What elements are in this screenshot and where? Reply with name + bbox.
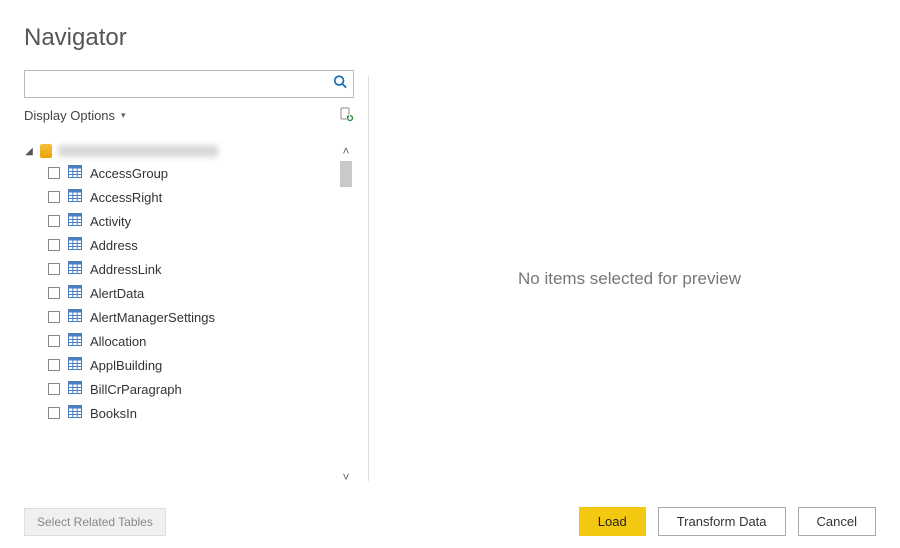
- options-row: Display Options ▾: [24, 106, 354, 131]
- checkbox[interactable]: [48, 407, 60, 419]
- table-icon: [68, 165, 82, 181]
- tree-item-label: ApplBuilding: [90, 358, 162, 373]
- scroll-down-icon[interactable]: ˅: [342, 471, 349, 483]
- vertical-divider: [368, 76, 369, 481]
- left-panel: Display Options ▾ ◢ AccessGroupAcce: [24, 70, 354, 487]
- tree-item-label: AddressLink: [90, 262, 162, 277]
- tree-item-label: Allocation: [90, 334, 146, 349]
- table-icon: [68, 405, 82, 421]
- tree-item[interactable]: BooksIn: [48, 401, 332, 425]
- tree-root-label: [58, 145, 218, 157]
- checkbox[interactable]: [48, 359, 60, 371]
- checkbox[interactable]: [48, 311, 60, 323]
- table-icon: [68, 237, 82, 253]
- cancel-button[interactable]: Cancel: [798, 507, 876, 536]
- preview-empty-message: No items selected for preview: [518, 269, 741, 289]
- tree-item-label: Activity: [90, 214, 131, 229]
- tree-item-label: AlertManagerSettings: [90, 310, 215, 325]
- tree-item[interactable]: AddressLink: [48, 257, 332, 281]
- search-field[interactable]: [24, 70, 354, 98]
- preview-panel: No items selected for preview: [383, 70, 876, 487]
- load-button[interactable]: Load: [579, 507, 646, 536]
- tree-item[interactable]: AccessGroup: [48, 161, 332, 185]
- tree-item[interactable]: Activity: [48, 209, 332, 233]
- tree-list: ◢ AccessGroupAccessRightActivityAddressA…: [24, 141, 332, 425]
- scroll-thumb[interactable]: [340, 161, 352, 187]
- page-title: Navigator: [24, 24, 876, 52]
- table-icon: [68, 333, 82, 349]
- scroll-up-icon[interactable]: ˄: [342, 145, 349, 157]
- refresh-icon[interactable]: [338, 106, 354, 125]
- checkbox[interactable]: [48, 335, 60, 347]
- table-icon: [68, 381, 82, 397]
- tree-item-label: Address: [90, 238, 138, 253]
- tree-item[interactable]: BillCrParagraph: [48, 377, 332, 401]
- checkbox[interactable]: [48, 239, 60, 251]
- tree-item[interactable]: AlertManagerSettings: [48, 305, 332, 329]
- caret-down-icon: ◢: [24, 146, 34, 157]
- tree-item[interactable]: Address: [48, 233, 332, 257]
- display-options-label: Display Options: [24, 108, 115, 123]
- checkbox[interactable]: [48, 287, 60, 299]
- scrollbar[interactable]: ˄ ˅: [338, 145, 354, 483]
- tree-item[interactable]: ApplBuilding: [48, 353, 332, 377]
- checkbox[interactable]: [48, 167, 60, 179]
- table-icon: [68, 213, 82, 229]
- search-input[interactable]: [31, 77, 325, 92]
- database-icon: [40, 144, 52, 158]
- tree-item-label: AlertData: [90, 286, 144, 301]
- select-related-tables-button[interactable]: Select Related Tables: [24, 508, 166, 536]
- tree-item-label: BooksIn: [90, 406, 137, 421]
- table-icon: [68, 285, 82, 301]
- table-icon: [68, 309, 82, 325]
- checkbox[interactable]: [48, 263, 60, 275]
- tree-panel: ◢ AccessGroupAccessRightActivityAddressA…: [24, 141, 354, 487]
- scroll-track[interactable]: [338, 157, 354, 471]
- tree-root-node[interactable]: ◢: [24, 141, 332, 161]
- tree-item[interactable]: AlertData: [48, 281, 332, 305]
- table-icon: [68, 357, 82, 373]
- transform-data-button[interactable]: Transform Data: [658, 507, 786, 536]
- checkbox[interactable]: [48, 215, 60, 227]
- tree-item-label: AccessGroup: [90, 166, 168, 181]
- table-icon: [68, 189, 82, 205]
- display-options-dropdown[interactable]: Display Options ▾: [24, 108, 126, 123]
- dialog-footer: Select Related Tables Load Transform Dat…: [24, 487, 876, 536]
- table-icon: [68, 261, 82, 277]
- footer-right: Load Transform Data Cancel: [579, 507, 876, 536]
- tree-children: AccessGroup AccessRight Activity Address Add…: [24, 161, 332, 425]
- search-icon[interactable]: [333, 75, 347, 94]
- tree-item-label: AccessRight: [90, 190, 162, 205]
- checkbox[interactable]: [48, 191, 60, 203]
- dialog-body: Display Options ▾ ◢ AccessGroupAcce: [24, 70, 876, 487]
- tree-item-label: BillCrParagraph: [90, 382, 182, 397]
- chevron-down-icon: ▾: [121, 110, 126, 121]
- checkbox[interactable]: [48, 383, 60, 395]
- tree-item[interactable]: Allocation: [48, 329, 332, 353]
- navigator-dialog: Navigator Display Options ▾: [0, 0, 900, 548]
- tree-item[interactable]: AccessRight: [48, 185, 332, 209]
